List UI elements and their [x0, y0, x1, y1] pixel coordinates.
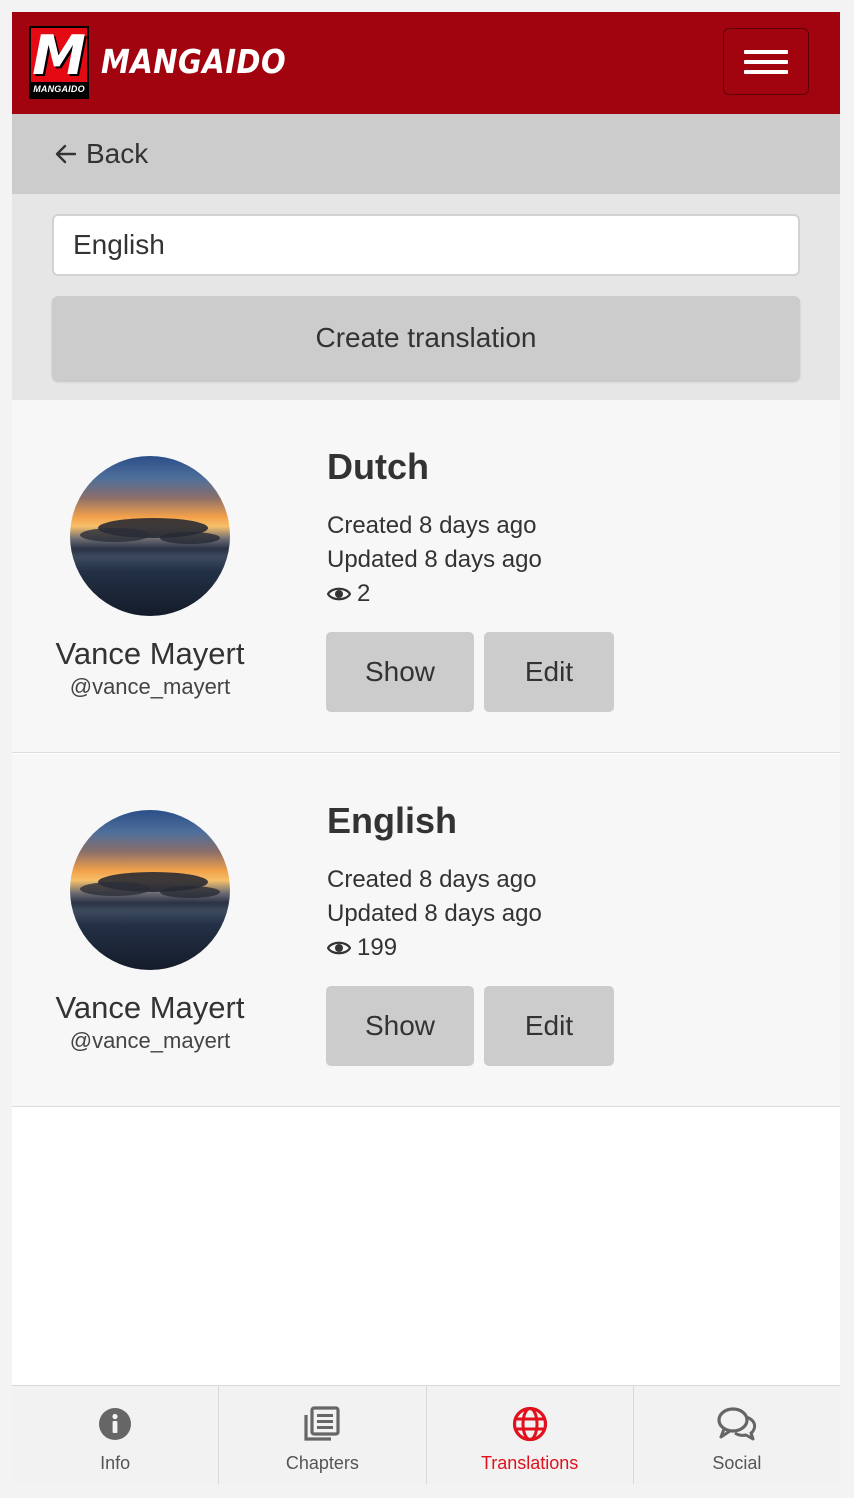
nav-label: Info	[100, 1453, 131, 1473]
nav-label: Chapters	[285, 1453, 359, 1473]
logo-caption: MANGAIDO	[31, 82, 87, 97]
view-count-value: 2	[357, 580, 371, 607]
nav-item-chapters[interactable]: Chapters	[219, 1386, 427, 1484]
hamburger-icon	[744, 60, 788, 64]
info-icon	[99, 1408, 132, 1440]
language-input[interactable]	[52, 214, 800, 276]
translation-card: Vance Mayert @vance_mayert English Creat…	[12, 754, 840, 1107]
nav-label: Social	[712, 1453, 762, 1473]
logo[interactable]: M MANGAIDO	[29, 24, 89, 99]
nav-label: Translations	[480, 1453, 579, 1473]
nav-item-info[interactable]: Info	[12, 1386, 220, 1484]
edit-button[interactable]: Edit	[484, 986, 614, 1066]
view-count-value: 199	[357, 934, 398, 961]
show-button[interactable]: Show	[326, 986, 474, 1066]
avatar[interactable]	[70, 456, 230, 616]
comments-icon	[717, 1407, 756, 1441]
translation-language: Dutch	[327, 446, 429, 487]
back-label: Back	[86, 138, 149, 169]
app-frame: M MANGAIDO MANGAIDO Back Create translat…	[12, 12, 840, 1484]
arrow-left-icon	[55, 144, 77, 164]
user-name[interactable]: Vance Mayert	[12, 636, 288, 672]
created-date: Created 8 days ago	[327, 866, 537, 893]
updated-date: Updated 8 days ago	[327, 546, 542, 573]
brand-name[interactable]: MANGAIDO	[101, 42, 286, 81]
nav-item-translations[interactable]: Translations	[427, 1386, 634, 1484]
navbar: M MANGAIDO MANGAIDO	[12, 12, 840, 114]
user-name[interactable]: Vance Mayert	[12, 990, 288, 1026]
view-count: 199	[327, 934, 397, 962]
hamburger-icon	[744, 70, 788, 74]
logo-letter: M	[32, 24, 86, 87]
avatar[interactable]	[70, 810, 230, 970]
chapters-icon	[304, 1406, 340, 1441]
edit-button[interactable]: Edit	[484, 632, 614, 712]
translation-card: Vance Mayert @vance_mayert Dutch Created…	[12, 400, 840, 753]
translation-language: English	[327, 800, 458, 841]
updated-date: Updated 8 days ago	[327, 900, 542, 927]
user-handle: @vance_mayert	[69, 1028, 231, 1053]
show-button[interactable]: Show	[326, 632, 474, 712]
eye-icon	[327, 587, 351, 601]
back-link[interactable]: Back	[55, 138, 148, 170]
menu-toggle-button[interactable]	[723, 28, 809, 95]
created-date: Created 8 days ago	[327, 512, 537, 539]
globe-icon	[512, 1406, 547, 1442]
create-translation-button[interactable]: Create translation	[52, 296, 800, 380]
back-bar: Back	[12, 114, 840, 194]
view-count: 2	[327, 580, 370, 608]
bottom-nav: Info Chapters Translations Social	[12, 1385, 840, 1484]
nav-item-social[interactable]: Social	[634, 1386, 840, 1484]
hamburger-icon	[744, 50, 788, 54]
user-handle: @vance_mayert	[69, 674, 231, 699]
eye-icon	[327, 941, 351, 955]
create-translation-form: Create translation	[12, 194, 840, 400]
